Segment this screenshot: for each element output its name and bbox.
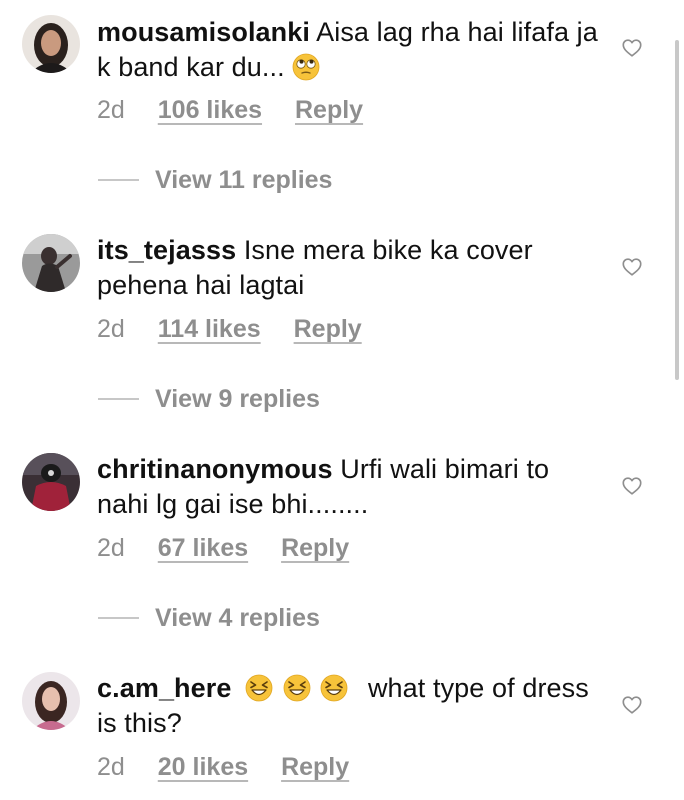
comment-meta: 2d 114 likes Reply [97,315,362,344]
comment-body: its_tejasss Isne mera bike ka cover pehe… [97,233,607,303]
comment-meta: 2d 20 likes Reply [97,753,349,782]
likes-count-link[interactable]: 67 likes [158,534,248,563]
comment-username[interactable]: c.am_here [97,673,232,703]
likes-count-link[interactable]: 20 likes [158,753,248,782]
grinning-squinting-face-icon [283,674,311,702]
grinning-squinting-face-icon [245,674,273,702]
comment-body: mousamisolanki Aisa lag rha hai lifafa j… [97,15,607,85]
view-replies-label: View 11 replies [155,165,333,194]
replies-divider-line [98,179,139,181]
view-replies-button[interactable]: View 4 replies [98,603,320,633]
like-heart-icon[interactable] [621,256,643,278]
replies-divider-line [98,398,139,400]
comment-username[interactable]: chritinanonymous [97,454,333,484]
comment-body: c.am_here what type of dress is this? [97,671,607,741]
rolling-eyes-emoji-icon [292,53,320,81]
likes-count-link[interactable]: 114 likes [158,315,261,344]
reply-button[interactable]: Reply [294,315,362,344]
comment-username[interactable]: its_tejasss [97,235,236,265]
comment-time: 2d [97,315,125,343]
like-heart-icon[interactable] [621,694,643,716]
avatar[interactable] [22,234,80,292]
grinning-squinting-face-icon [320,674,348,702]
view-replies-button[interactable]: View 9 replies [98,384,320,414]
likes-count-link[interactable]: 106 likes [158,96,262,125]
like-heart-icon[interactable] [621,37,643,59]
avatar[interactable] [22,453,80,511]
comment-time: 2d [97,534,125,562]
comment-username[interactable]: mousamisolanki [97,17,310,47]
comment-meta: 2d 106 likes Reply [97,96,363,125]
reply-button[interactable]: Reply [281,753,349,782]
view-replies-label: View 4 replies [155,603,320,632]
reply-button[interactable]: Reply [295,96,363,125]
avatar[interactable] [22,672,80,730]
comment-meta: 2d 67 likes Reply [97,534,349,563]
scrollbar[interactable] [675,40,679,380]
comment-body: chritinanonymous Urfi wali bimari to nah… [97,452,607,522]
comment-time: 2d [97,753,125,781]
view-replies-label: View 9 replies [155,384,320,413]
like-heart-icon[interactable] [621,475,643,497]
replies-divider-line [98,617,139,619]
comment-time: 2d [97,96,125,124]
view-replies-button[interactable]: View 11 replies [98,165,332,195]
avatar[interactable] [22,15,80,73]
reply-button[interactable]: Reply [281,534,349,563]
